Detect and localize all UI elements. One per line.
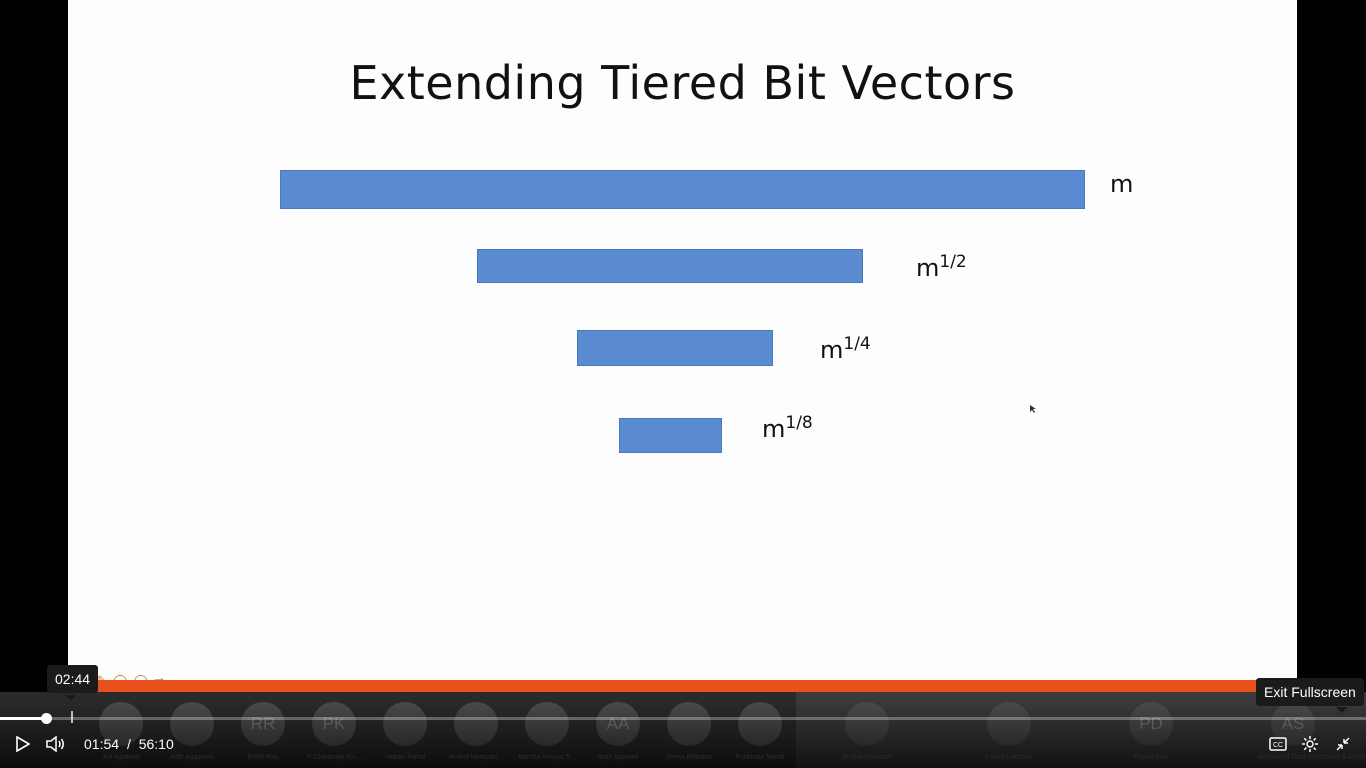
bar-label-m-quarter: m1/4 (820, 334, 871, 364)
bar-label-exponent: 1/2 (939, 252, 967, 272)
exit-fullscreen-tooltip-text: Exit Fullscreen (1264, 684, 1356, 700)
captions-button[interactable]: CC (1267, 733, 1289, 755)
tooltip-arrow (1336, 707, 1348, 713)
slide-title: Extending Tiered Bit Vectors (349, 56, 1016, 110)
bar-label-m: m (1110, 170, 1133, 198)
time-separator: / (126, 736, 131, 752)
progress-bar[interactable] (0, 717, 1366, 720)
video-frame[interactable]: Extending Tiered Bit Vectors m m1/2 m1/4… (0, 0, 1366, 768)
bar-label-exponent: 1/4 (843, 334, 871, 354)
bit-vector-bar-m-eighth (619, 418, 722, 453)
bar-label-base: m (762, 415, 786, 443)
mouse-cursor-icon (1030, 405, 1036, 413)
bar-label-m-half: m1/2 (916, 252, 967, 282)
presentation-slide: Extending Tiered Bit Vectors m m1/2 m1/4… (68, 0, 1297, 680)
bar-label-base: m (1110, 170, 1134, 198)
bar-label-exponent: 1/8 (785, 413, 813, 433)
svg-text:CC: CC (1273, 742, 1283, 749)
exit-fullscreen-icon (1336, 737, 1350, 751)
bar-label-m-eighth: m1/8 (762, 413, 813, 443)
tooltip-arrow (65, 695, 77, 701)
progress-hover-marker (71, 711, 73, 723)
bit-vector-bar-m (280, 170, 1085, 209)
volume-icon (46, 736, 64, 752)
bar-label-base: m (820, 336, 844, 364)
play-button[interactable] (12, 733, 34, 755)
duration: 56:10 (138, 736, 174, 752)
bar-label-base: m (916, 254, 940, 282)
exit-fullscreen-tooltip: Exit Fullscreen (1256, 678, 1364, 706)
bit-vector-bar-m-quarter (577, 330, 773, 366)
volume-button[interactable] (45, 733, 67, 755)
seek-time-text: 02:44 (55, 671, 91, 687)
gear-icon (1302, 736, 1318, 752)
bit-vector-bar-m-half (477, 249, 863, 283)
exit-fullscreen-button[interactable] (1332, 733, 1354, 755)
slideshow-bar (68, 680, 1297, 692)
captions-icon: CC (1269, 737, 1287, 751)
play-icon (16, 736, 30, 752)
time-display: 01:54 / 56:10 (84, 736, 174, 752)
seek-time-tooltip: 02:44 (47, 665, 99, 693)
current-time: 01:54 (84, 736, 120, 752)
controls-overlay (0, 700, 1366, 768)
settings-button[interactable] (1299, 733, 1321, 755)
progress-played (0, 717, 47, 720)
